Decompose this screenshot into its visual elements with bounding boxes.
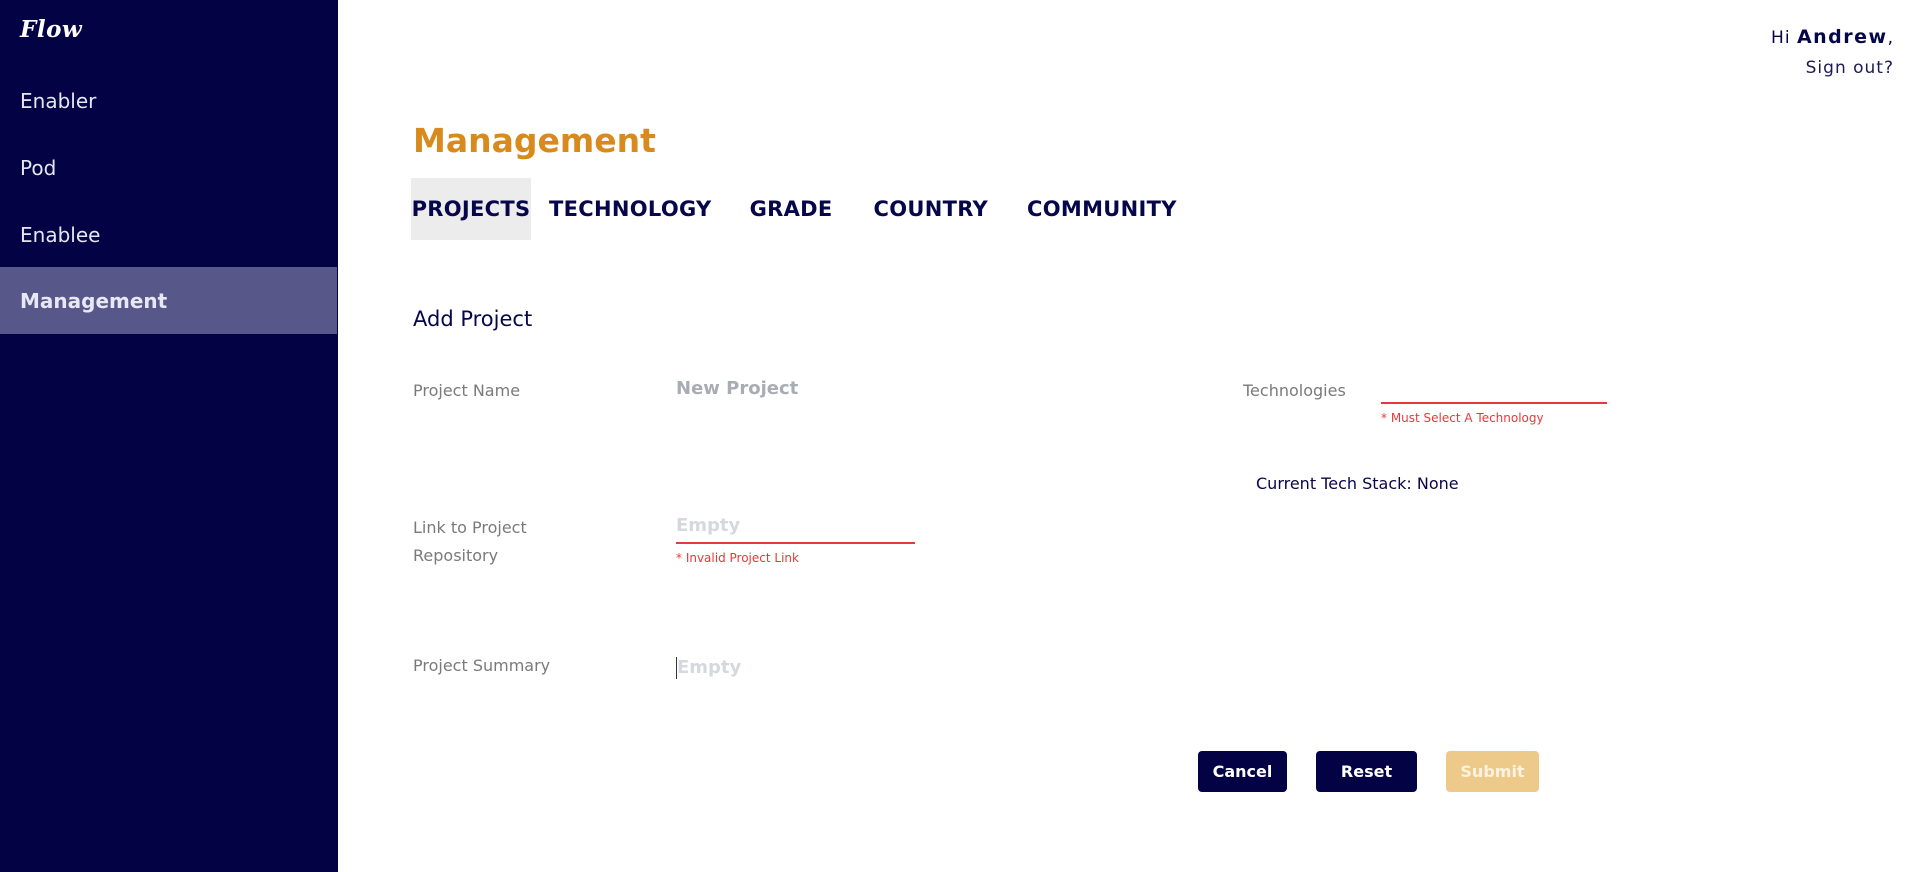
user-greeting: Hi Andrew, [1771,26,1894,48]
cancel-button[interactable]: Cancel [1198,751,1287,792]
app-logo[interactable]: Flow [20,16,82,43]
sign-out-link[interactable]: Sign out? [1806,58,1894,78]
sidebar: Flow Enabler Pod Enablee Management [0,0,338,872]
project-summary-label: Project Summary [413,656,551,675]
sidebar-item-enablee[interactable]: Enablee [0,201,337,268]
page-title: Management [413,121,656,160]
form-title: Add Project [413,307,533,331]
project-summary-input[interactable]: Empty [677,657,741,678]
repo-link-input[interactable]: Empty [676,515,740,536]
sidebar-item-pod[interactable]: Pod [0,134,337,201]
tab-projects[interactable]: PROJECTS [411,178,531,240]
tab-community[interactable]: COMMUNITY [1027,178,1177,240]
technologies-select[interactable] [1381,402,1607,404]
project-name-label: Project Name [413,381,521,400]
repo-link-error: * Invalid Project Link [676,551,799,565]
technologies-label: Technologies [1243,381,1346,400]
current-tech-stack: Current Tech Stack: None [1256,474,1459,493]
greeting-text: Hi [1771,28,1791,48]
greeting-suffix: , [1887,28,1894,48]
repo-link-underline [676,542,915,544]
reset-button[interactable]: Reset [1316,751,1417,792]
management-tabs: PROJECTS TECHNOLOGY GRADE COUNTRY COMMUN… [411,178,1177,240]
project-name-input[interactable]: New Project [676,378,798,399]
user-name: Andrew [1796,26,1888,48]
repo-link-label-line1: Link to Project [413,518,527,537]
repo-link-label-line2: Repository [413,546,499,565]
sidebar-item-management[interactable]: Management [0,267,337,334]
tab-grade[interactable]: GRADE [750,178,833,240]
sidebar-item-enabler[interactable]: Enabler [0,67,337,134]
tab-country[interactable]: COUNTRY [874,178,989,240]
technologies-error: * Must Select A Technology [1381,411,1544,425]
submit-button[interactable]: Submit [1446,751,1539,792]
tab-technology[interactable]: TECHNOLOGY [549,178,712,240]
